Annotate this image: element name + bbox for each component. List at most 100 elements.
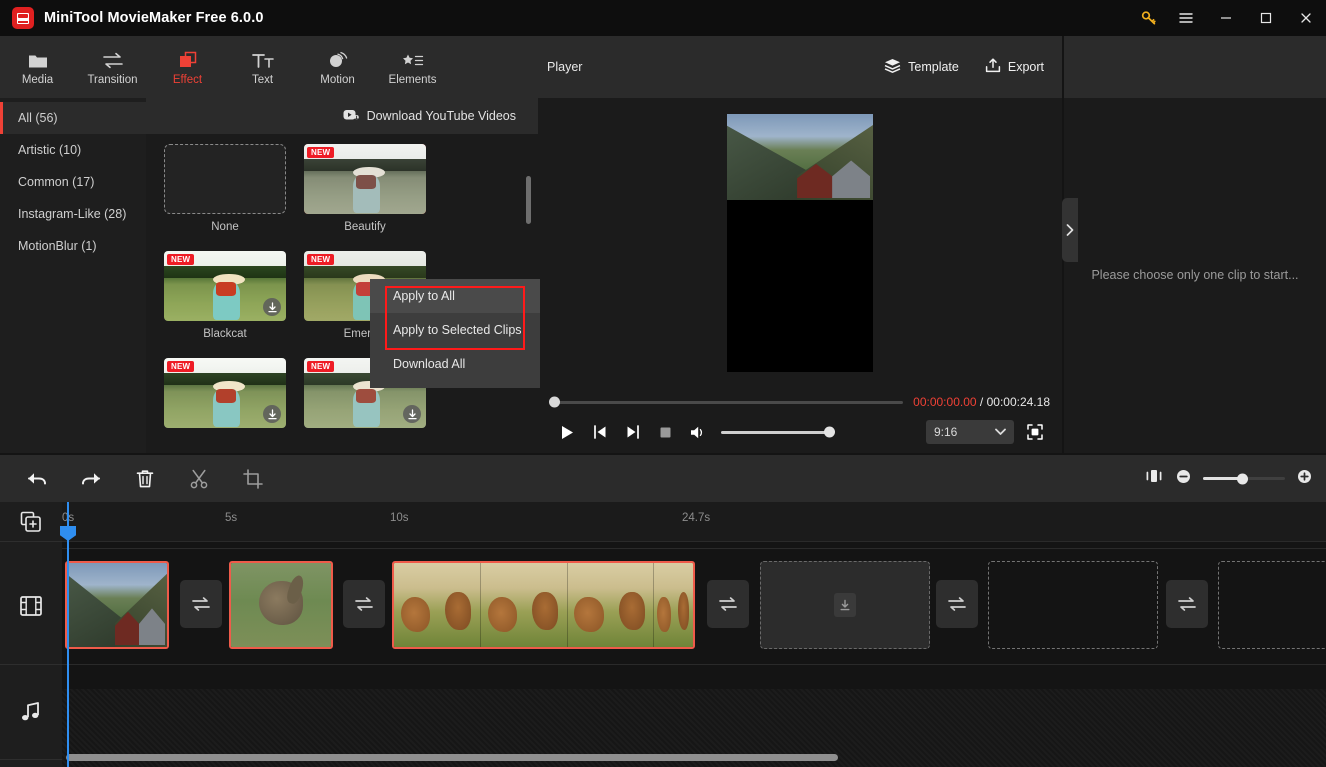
timeline-toolbar — [0, 455, 1326, 502]
tab-effect[interactable]: Effect — [150, 36, 225, 98]
zoom-in-button[interactable] — [1297, 469, 1312, 489]
timeline: 0s 5s 10s 24.7s — [0, 502, 1326, 767]
download-youtube-videos-label[interactable]: Download YouTube Videos — [367, 109, 516, 123]
clip-placeholder[interactable] — [988, 561, 1158, 649]
category-all[interactable]: All (56) — [0, 102, 146, 134]
fullscreen-button[interactable] — [1020, 424, 1050, 440]
preview-canvas[interactable] — [727, 114, 873, 372]
tab-elements[interactable]: Elements — [375, 36, 450, 98]
clip-thumbnail — [394, 563, 481, 647]
tab-motion-label: Motion — [320, 73, 355, 86]
effects-panel: All (56) Artistic (10) Common (17) Insta… — [0, 98, 540, 453]
download-icon[interactable] — [834, 593, 856, 617]
clip-thumbnail — [67, 563, 167, 647]
effect-thumbnail[interactable]: NEW — [164, 358, 286, 428]
app-logo-icon — [12, 7, 34, 29]
add-media-button[interactable] — [0, 502, 62, 541]
tab-motion[interactable]: Motion — [300, 36, 375, 98]
effect-thumbnail[interactable]: NEW — [304, 144, 426, 214]
download-icon[interactable] — [263, 405, 281, 423]
category-motionblur[interactable]: MotionBlur (1) — [0, 230, 146, 262]
play-button[interactable] — [550, 418, 583, 446]
timeline-clip[interactable] — [392, 561, 695, 649]
new-badge: NEW — [307, 254, 335, 265]
clip-placeholder[interactable] — [1218, 561, 1326, 649]
seek-slider[interactable] — [549, 396, 904, 408]
volume-icon[interactable] — [682, 418, 715, 446]
previous-frame-button[interactable] — [583, 418, 616, 446]
timeline-clip[interactable] — [65, 561, 169, 649]
player-transport: 00:00:00.00 / 00:00:24.18 9:16 — [538, 388, 1062, 453]
maximize-button[interactable] — [1246, 0, 1286, 36]
minimize-button[interactable] — [1206, 0, 1246, 36]
download-icon[interactable] — [403, 405, 421, 423]
transition-slot[interactable] — [1166, 580, 1208, 628]
split-button[interactable] — [172, 455, 226, 502]
stop-button[interactable] — [649, 418, 682, 446]
download-icon[interactable] — [263, 298, 281, 316]
timeline-clip[interactable] — [229, 561, 333, 649]
zoom-slider[interactable] — [1203, 473, 1285, 484]
category-instagram-like[interactable]: Instagram-Like (28) — [0, 198, 146, 230]
timeline-ruler[interactable]: 0s 5s 10s 24.7s — [62, 502, 1326, 541]
tab-text[interactable]: Text — [225, 36, 300, 98]
ruler-tick: 24.7s — [682, 512, 711, 524]
properties-panel-header — [1064, 36, 1326, 98]
effect-thumbnail[interactable]: NEW — [164, 251, 286, 321]
elements-icon — [402, 49, 424, 69]
key-icon[interactable] — [1132, 0, 1166, 36]
template-button[interactable]: Template — [884, 58, 959, 76]
ruler-tick: 10s — [390, 512, 409, 524]
undo-button[interactable] — [10, 455, 64, 502]
transition-slot[interactable] — [180, 580, 222, 628]
volume-slider[interactable] — [721, 426, 835, 438]
effect-item-5[interactable]: NEW — [164, 358, 286, 435]
crop-button[interactable] — [226, 455, 280, 502]
video-track[interactable] — [62, 548, 1326, 664]
new-badge: NEW — [167, 254, 195, 265]
preview-frame-image — [727, 114, 873, 200]
volume-knob[interactable] — [824, 426, 835, 438]
tab-media-label: Media — [21, 73, 54, 86]
transition-slot[interactable] — [343, 580, 385, 628]
effect-item-none[interactable]: None — [164, 144, 286, 233]
current-time: 00:00:00.00 — [913, 395, 977, 409]
folder-icon — [28, 49, 48, 69]
audio-track-icon — [0, 664, 62, 759]
fit-to-screen-icon[interactable] — [1144, 468, 1164, 489]
menu-item-download-all[interactable]: Download All — [370, 347, 540, 381]
hamburger-menu-icon[interactable] — [1166, 0, 1206, 36]
next-frame-button[interactable] — [616, 418, 649, 446]
player-header: Player Template Export — [538, 36, 1062, 98]
timecode-separator: / — [979, 395, 984, 409]
effects-scrollbar[interactable] — [526, 176, 531, 224]
redo-button[interactable] — [64, 455, 118, 502]
export-button[interactable]: Export — [985, 58, 1044, 76]
close-button[interactable] — [1286, 0, 1326, 36]
seek-knob[interactable] — [549, 396, 560, 408]
clip-placeholder[interactable] — [760, 561, 930, 649]
menu-item-apply-to-all[interactable]: Apply to All — [370, 279, 540, 313]
playhead[interactable] — [60, 502, 76, 767]
tab-transition[interactable]: Transition — [75, 36, 150, 98]
zoom-out-button[interactable] — [1176, 469, 1191, 489]
transition-slot[interactable] — [707, 580, 749, 628]
tab-media[interactable]: Media — [0, 36, 75, 98]
chevron-right-icon[interactable] — [1062, 198, 1078, 262]
app-window: MiniTool MovieMaker Free 6.0.0 Media Tra… — [0, 0, 1326, 767]
effect-label: Beautify — [344, 221, 386, 233]
menu-item-apply-to-selected-clips[interactable]: Apply to Selected Clips — [370, 313, 540, 347]
delete-button[interactable] — [118, 455, 172, 502]
transition-icon — [102, 49, 124, 69]
timeline-horizontal-scrollbar[interactable] — [66, 754, 838, 761]
effect-thumbnail[interactable] — [164, 144, 286, 214]
effect-item-blackcat[interactable]: NEW Blackcat — [164, 251, 286, 340]
new-badge: NEW — [307, 147, 335, 158]
effect-item-beautify[interactable]: NEW Beautify — [304, 144, 426, 233]
aspect-ratio-select[interactable]: 9:16 — [926, 420, 1014, 444]
zoom-knob[interactable] — [1237, 473, 1248, 484]
category-artistic[interactable]: Artistic (10) — [0, 134, 146, 166]
transition-slot[interactable] — [936, 580, 978, 628]
category-common[interactable]: Common (17) — [0, 166, 146, 198]
layers-icon — [884, 58, 901, 76]
